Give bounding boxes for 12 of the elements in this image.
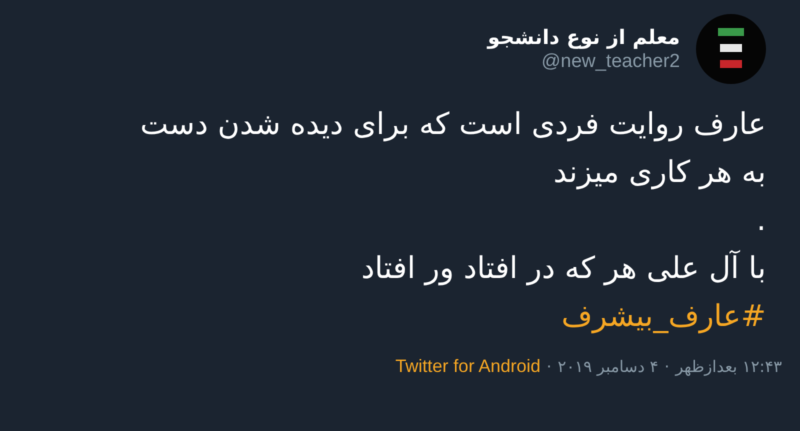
tweet-text: با آل علی هر که در افتاد ور افتاد — [361, 249, 766, 288]
separator-dot: · — [664, 357, 670, 376]
separator-dot: · — [546, 357, 552, 376]
tweet-time: ۱۲:۴۳ بعدازظهر — [675, 357, 782, 376]
source-link[interactable]: Twitter for Android — [395, 356, 540, 377]
tweet-date: ۴ دسامبر ۲۰۱۹ — [558, 357, 658, 376]
tweet-text: به هر کاری میزند — [553, 154, 766, 192]
user-handle[interactable]: @new_teacher2 — [541, 51, 680, 73]
tweet-text: عارف روایت فردی است که برای دیده شدن دست — [140, 106, 766, 144]
display-name[interactable]: معلم از نوع دانشجو — [488, 25, 680, 49]
hashtag-link[interactable]: #عارف_بیشرف — [561, 294, 766, 340]
tweet-text: . — [756, 202, 766, 240]
